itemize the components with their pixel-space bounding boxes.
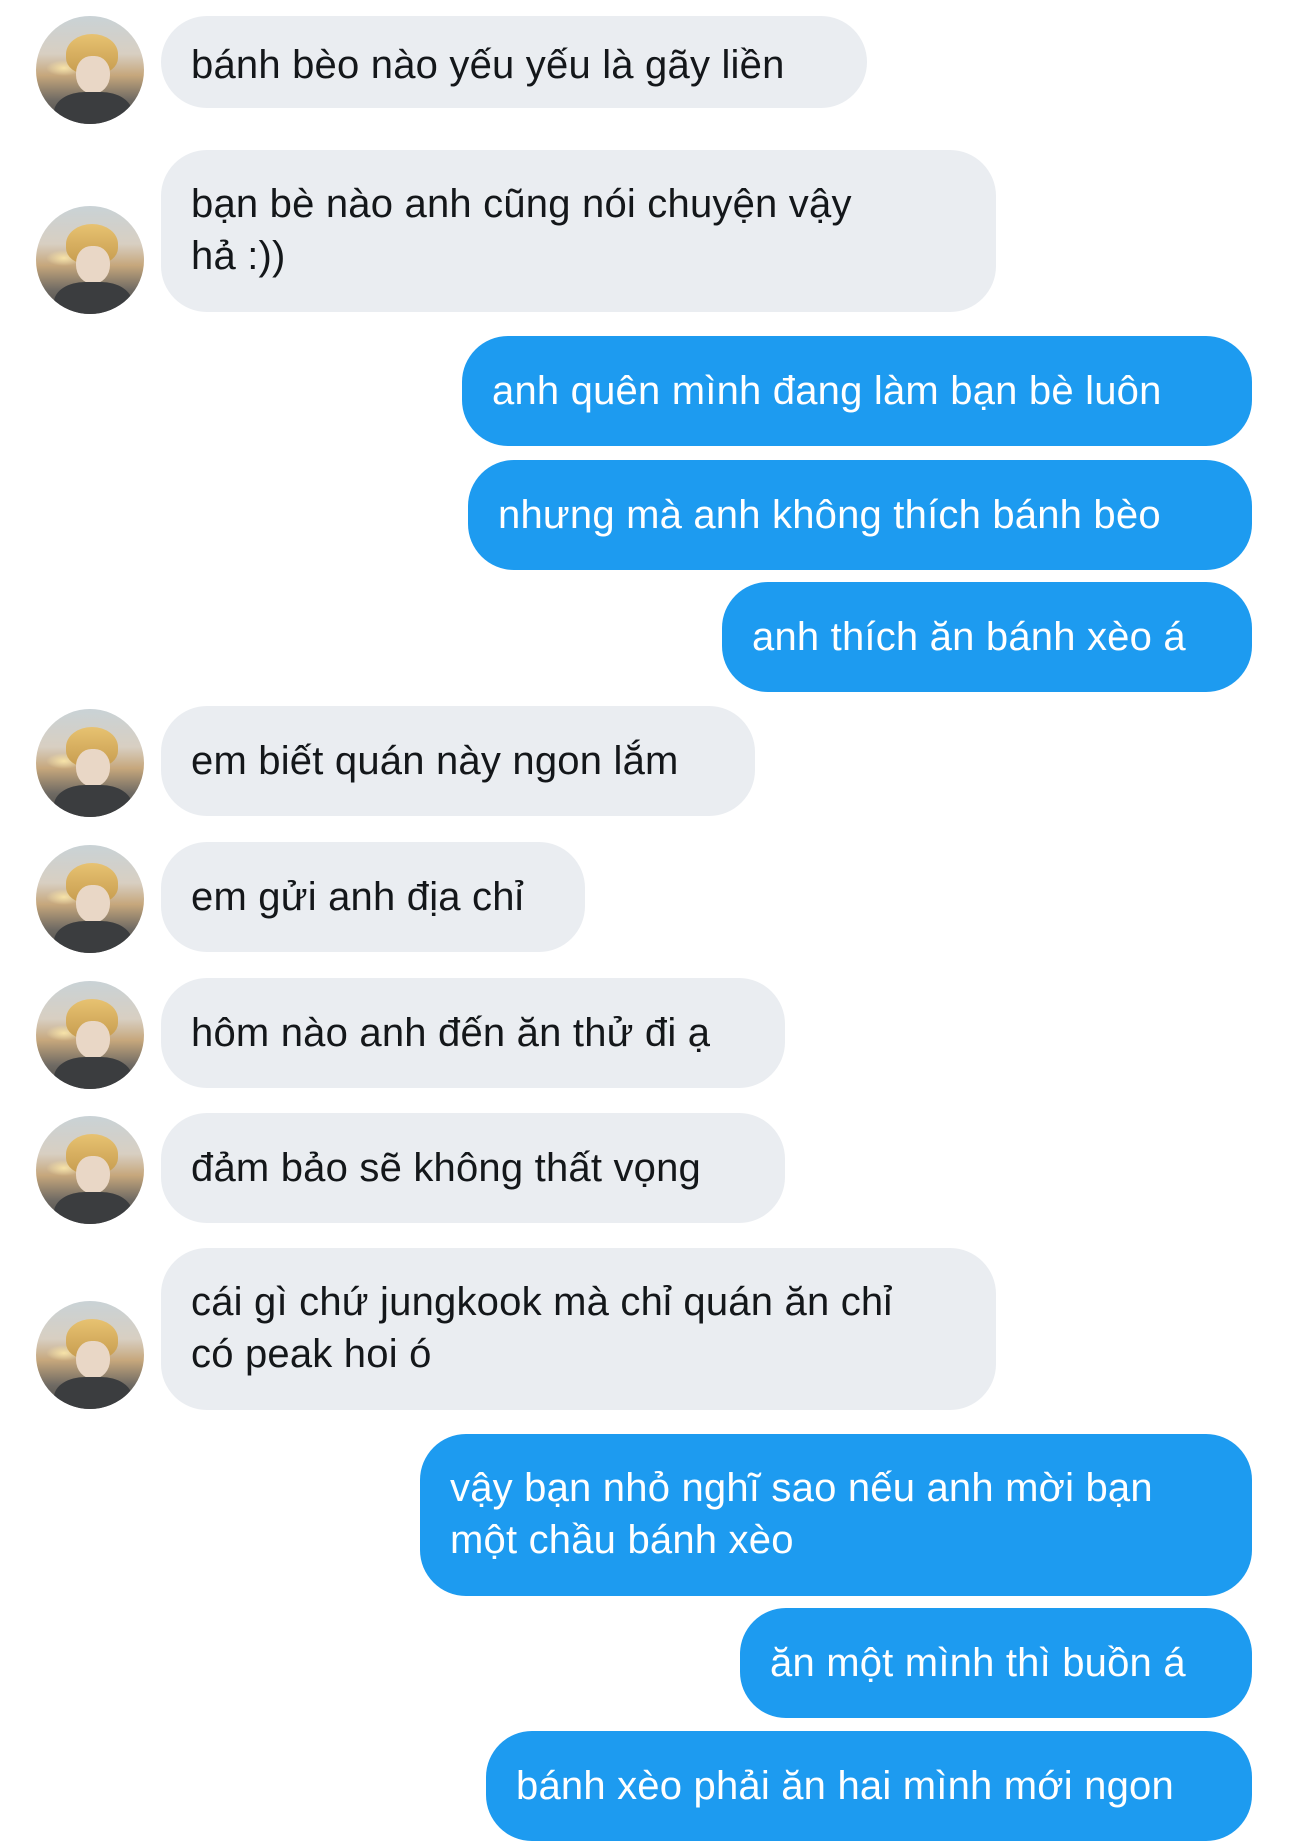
message-row-incoming: em biết quán này ngon lắm (0, 706, 1290, 817)
message-bubble-outgoing[interactable]: bánh xèo phải ăn hai mình mới ngon (486, 1731, 1252, 1841)
avatar-face (76, 749, 110, 787)
message-row-outgoing: bánh xèo phải ăn hai mình mới ngon (0, 1731, 1290, 1841)
chat-thread: bánh bèo nào yếu yếu là gãy liền bạn bè … (0, 0, 1290, 1842)
avatar-face (76, 885, 110, 923)
avatar-face (76, 1021, 110, 1059)
avatar-face (76, 246, 110, 284)
avatar-shoulders (54, 921, 132, 953)
message-bubble-outgoing[interactable]: nhưng mà anh không thích bánh bèo (468, 460, 1252, 570)
message-bubble-outgoing[interactable]: ăn một mình thì buồn á (740, 1608, 1252, 1718)
contact-avatar[interactable] (36, 845, 144, 953)
message-bubble-outgoing[interactable]: vậy bạn nhỏ nghĩ sao nếu anh mời bạn một… (420, 1434, 1252, 1596)
message-row-outgoing: ăn một mình thì buồn á (0, 1608, 1290, 1718)
message-bubble-incoming[interactable]: hôm nào anh đến ăn thử đi ạ (161, 978, 785, 1088)
message-row-outgoing: anh quên mình đang làm bạn bè luôn (0, 336, 1290, 446)
contact-avatar[interactable] (36, 1301, 144, 1409)
avatar-face (76, 56, 110, 94)
message-row-outgoing: vậy bạn nhỏ nghĩ sao nếu anh mời bạn một… (0, 1434, 1290, 1596)
message-bubble-incoming[interactable]: cái gì chứ jungkook mà chỉ quán ăn chỉ c… (161, 1248, 996, 1410)
message-row-incoming: đảm bảo sẽ không thất vọng (0, 1113, 1290, 1224)
message-row-outgoing: anh thích ăn bánh xèo á (0, 582, 1290, 692)
message-bubble-outgoing[interactable]: anh thích ăn bánh xèo á (722, 582, 1252, 692)
message-bubble-incoming[interactable]: đảm bảo sẽ không thất vọng (161, 1113, 785, 1223)
message-row-outgoing: nhưng mà anh không thích bánh bèo (0, 460, 1290, 570)
contact-avatar[interactable] (36, 16, 144, 124)
contact-avatar[interactable] (36, 1116, 144, 1224)
message-row-incoming: bánh bèo nào yếu yếu là gãy liền (0, 16, 1290, 124)
avatar-face (76, 1156, 110, 1194)
message-bubble-incoming[interactable]: bạn bè nào anh cũng nói chuyện vậy hả :)… (161, 150, 996, 312)
avatar-shoulders (54, 282, 132, 314)
message-row-incoming: bạn bè nào anh cũng nói chuyện vậy hả :)… (0, 150, 1290, 314)
message-row-incoming: em gửi anh địa chỉ (0, 842, 1290, 953)
avatar-shoulders (54, 1192, 132, 1224)
message-bubble-outgoing[interactable]: anh quên mình đang làm bạn bè luôn (462, 336, 1252, 446)
contact-avatar[interactable] (36, 981, 144, 1089)
contact-avatar[interactable] (36, 709, 144, 817)
avatar-face (76, 1341, 110, 1379)
message-row-incoming: hôm nào anh đến ăn thử đi ạ (0, 978, 1290, 1089)
avatar-shoulders (54, 1377, 132, 1409)
message-row-incoming: cái gì chứ jungkook mà chỉ quán ăn chỉ c… (0, 1248, 1290, 1410)
message-bubble-incoming[interactable]: bánh bèo nào yếu yếu là gãy liền (161, 16, 867, 108)
message-bubble-incoming[interactable]: em biết quán này ngon lắm (161, 706, 755, 816)
message-bubble-incoming[interactable]: em gửi anh địa chỉ (161, 842, 585, 952)
contact-avatar[interactable] (36, 206, 144, 314)
avatar-shoulders (54, 92, 132, 124)
avatar-shoulders (54, 1057, 132, 1089)
avatar-shoulders (54, 785, 132, 817)
